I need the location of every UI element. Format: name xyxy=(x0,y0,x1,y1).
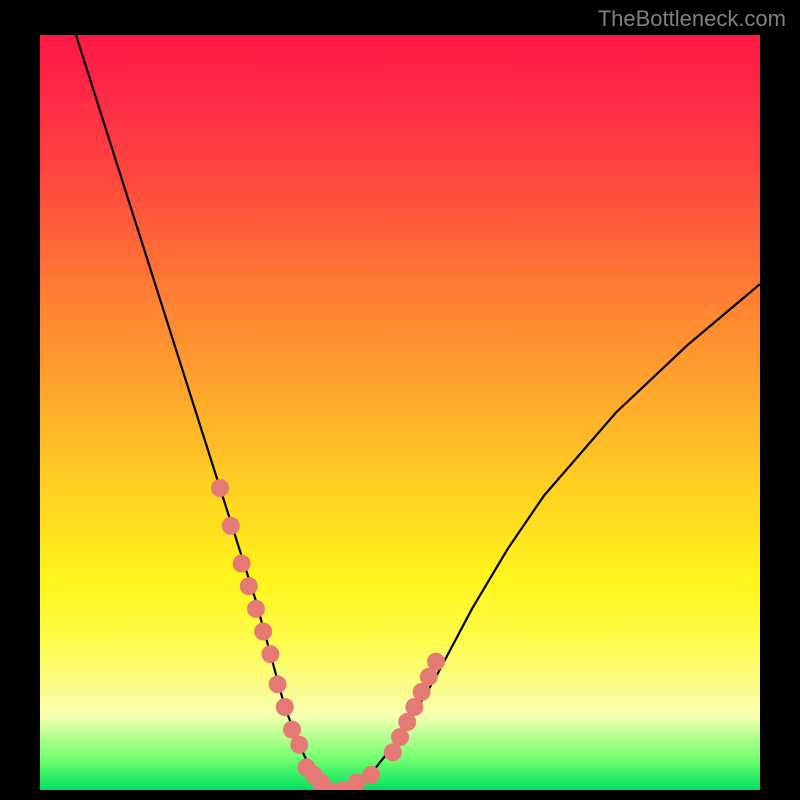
chart-curves-layer xyxy=(40,35,760,790)
chart-plot-area xyxy=(40,35,760,790)
highlight-marker xyxy=(247,600,265,618)
highlight-marker xyxy=(290,736,308,754)
highlight-marker xyxy=(233,555,251,573)
highlight-marker xyxy=(276,698,294,716)
watermark-text: TheBottleneck.com xyxy=(598,6,786,32)
highlight-marker xyxy=(427,653,445,671)
highlight-marker xyxy=(211,479,229,497)
highlight-markers xyxy=(211,479,445,790)
highlight-marker xyxy=(222,517,240,535)
highlight-marker xyxy=(254,623,272,641)
highlight-marker xyxy=(362,766,380,784)
highlight-marker xyxy=(261,645,279,663)
bottleneck-curve xyxy=(76,35,760,790)
highlight-marker xyxy=(240,577,258,595)
highlight-marker xyxy=(269,675,287,693)
